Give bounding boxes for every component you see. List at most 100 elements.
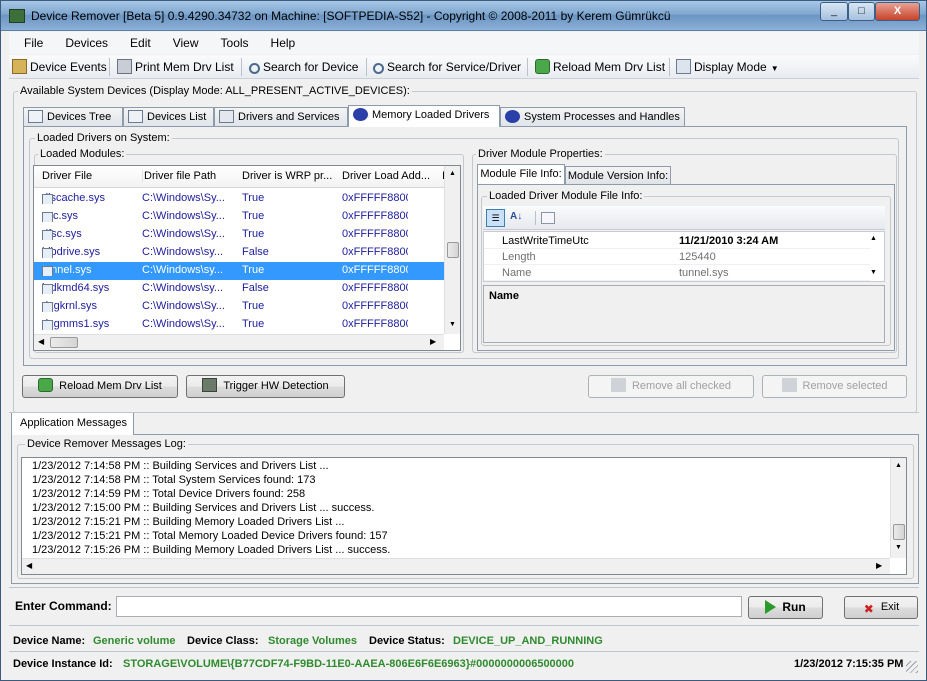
table-cell-wrap: True: [242, 210, 338, 222]
table-cell: C:\Windows\sy...: [142, 264, 224, 276]
status-datetime: 1/23/2012 7:15:35 PM: [794, 658, 904, 670]
device-class-value: Storage Volumes: [268, 635, 358, 647]
scroll-down-icon[interactable]: ▼: [870, 269, 877, 276]
scroll-up-icon[interactable]: ▲: [895, 462, 902, 469]
trigger-hw-detection-button[interactable]: Trigger HW Detection: [186, 375, 345, 398]
file-icon: [42, 284, 53, 294]
file-icon: [42, 248, 53, 258]
device-events-icon: [12, 59, 27, 74]
toolbar: Device Events Print Mem Drv List Search …: [9, 55, 919, 79]
table-row[interactable]: discache.sys C:\Windows\Sy... True 0xFFFFF8…: [34, 190, 444, 208]
sort-alpha-icon[interactable]: A↓: [510, 209, 529, 227]
tab-module-file-info[interactable]: Module File Info:: [477, 164, 565, 184]
column-driver-path[interactable]: Driver file Path: [142, 170, 216, 182]
print-mem-button[interactable]: Print Mem Drv List: [117, 58, 234, 76]
table-cell-wrap: 0xFFFFF880040...: [342, 246, 408, 258]
scroll-right-icon[interactable]: ▶: [430, 337, 436, 346]
list-icon: [128, 110, 143, 123]
log-line: 1/23/2012 7:14:58 PM :: Building Service…: [32, 460, 329, 472]
reload-mem-drv-button[interactable]: Reload Mem Drv List: [22, 375, 178, 398]
drivers-icon: [219, 110, 234, 123]
loaded-modules-label: Loaded Modules:: [38, 148, 127, 160]
table-cell: C:\Windows\Sy...: [142, 192, 225, 204]
command-input[interactable]: [116, 596, 742, 617]
table-row[interactable]: igdkmd64.sys C:\Windows\sy... False 0xFFFFF…: [34, 280, 444, 298]
list-horizontal-scrollbar[interactable]: ◀ ▶: [34, 334, 444, 350]
property-row[interactable]: Length 125440: [484, 249, 870, 265]
device-events-button[interactable]: Device Events: [12, 58, 107, 76]
scroll-down-icon[interactable]: ▼: [449, 321, 456, 328]
maximize-button[interactable]: □: [848, 2, 875, 21]
exit-button[interactable]: ✖ Exit: [844, 596, 918, 619]
display-mode-label: Display Mode: [694, 60, 767, 74]
search-device-button[interactable]: Search for Device: [249, 58, 358, 76]
display-mode-button[interactable]: Display Mode ▼: [676, 58, 779, 76]
scroll-down-icon[interactable]: ▼: [895, 544, 902, 551]
table-row[interactable]: dxgkrnl.sys C:\Windows\Sy... True 0xFFFFF88…: [34, 298, 444, 316]
file-info-label: Loaded Driver Module File Info:: [487, 190, 645, 202]
processes-icon: [505, 110, 520, 123]
menu-help[interactable]: Help: [257, 32, 304, 50]
table-row[interactable]: dxgmms1.sys C:\Windows\Sy... True 0xFFFFF88…: [34, 316, 444, 334]
property-row[interactable]: Name tunnel.sys: [484, 265, 870, 281]
scroll-up-icon[interactable]: ▲: [449, 170, 456, 177]
menu-devices[interactable]: Devices: [51, 32, 116, 50]
table-cell: True: [242, 192, 265, 204]
run-button[interactable]: Run: [748, 596, 823, 619]
close-button[interactable]: X: [875, 2, 920, 21]
scroll-right-icon[interactable]: ▶: [876, 561, 882, 570]
table-row[interactable]: dfsc.sys C:\Windows\Sy... True 0xFFFFF88004…: [34, 226, 444, 244]
log-line: 1/23/2012 7:14:58 PM :: Total System Ser…: [32, 474, 316, 486]
table-cell-wrap: 0xFFFFF880041...: [342, 264, 408, 276]
remove-all-checked-button[interactable]: Remove all checked: [588, 375, 754, 398]
scroll-left-icon[interactable]: ◀: [26, 561, 32, 570]
table-cell-wrap: 0xFFFFF880040...: [342, 228, 408, 240]
log-horizontal-scrollbar[interactable]: ◀ ▶: [22, 558, 890, 574]
menu-edit[interactable]: Edit: [116, 32, 159, 50]
scroll-left-icon[interactable]: ◀: [38, 337, 44, 346]
menu-tools[interactable]: Tools: [207, 32, 257, 50]
tab-devices-tree[interactable]: Devices Tree: [23, 107, 123, 127]
scroll-thumb[interactable]: [893, 524, 905, 540]
resize-grip[interactable]: [906, 661, 918, 673]
device-name-label: Device Name:: [13, 635, 86, 647]
reload-toolbar-button[interactable]: Reload Mem Drv List: [535, 58, 665, 76]
table-cell: C:\Windows\Sy...: [142, 300, 225, 312]
tab-devices-list[interactable]: Devices List: [123, 107, 214, 127]
list-vertical-scrollbar[interactable]: ▲ ▼: [444, 166, 460, 334]
messages-log[interactable]: 1/23/2012 7:14:58 PM :: Building Service…: [21, 457, 907, 575]
table-cell-wrap: 0xFFFFF88004...: [342, 282, 408, 294]
menu-file[interactable]: File: [9, 32, 51, 50]
log-vertical-scrollbar[interactable]: ▲ ▼: [890, 458, 906, 558]
remove-selected-button[interactable]: Remove selected: [762, 375, 907, 398]
tab-system-processes[interactable]: System Processes and Handles: [500, 107, 685, 127]
hscroll-thumb[interactable]: [50, 337, 78, 348]
tab-drivers-services[interactable]: Drivers and Services: [214, 107, 348, 127]
table-row[interactable]: csc.sys C:\Windows\Sy... True 0xFFFFF880040…: [34, 208, 444, 226]
table-cell-wrap: tunnel.sys: [42, 264, 138, 276]
search-service-button[interactable]: Search for Service/Driver: [373, 58, 521, 76]
scroll-thumb[interactable]: [447, 242, 459, 258]
minimize-button[interactable]: _: [820, 2, 848, 21]
tab-module-version-info[interactable]: Module Version Info:: [565, 166, 671, 184]
tab-memory-loaded-drivers[interactable]: Memory Loaded Drivers: [348, 105, 500, 127]
table-cell-wrap: False: [242, 282, 338, 294]
title-bar[interactable]: Device Remover [Beta 5] 0.9.4290.34732 o…: [1, 1, 926, 31]
categorized-icon[interactable]: ☰: [486, 209, 505, 227]
table-row[interactable]: blbdrive.sys C:\Windows\sy... False 0xFFFFF…: [34, 244, 444, 262]
column-driver-file[interactable]: Driver File: [42, 170, 92, 182]
property-row[interactable]: LastWriteTimeUtc 11/21/2010 3:24 AM: [484, 233, 870, 249]
menu-view[interactable]: View: [159, 32, 207, 50]
table-cell-wrap: C:\Windows\Sy...: [142, 228, 238, 240]
log-line: 1/23/2012 7:14:59 PM :: Total Device Dri…: [32, 488, 306, 500]
loaded-modules-list[interactable]: Driver File Driver file Path Driver is W…: [33, 165, 461, 351]
tab-application-messages[interactable]: Application Messages: [11, 413, 134, 435]
table-row[interactable]: tunnel.sys C:\Windows\sy... True 0xFFFFF880…: [34, 262, 444, 280]
column-load-address[interactable]: Driver Load Add...: [342, 170, 442, 182]
file-icon: [42, 212, 53, 222]
property-grid[interactable]: LastWriteTimeUtc 11/21/2010 3:24 AM Length…: [483, 231, 885, 282]
table-cell-wrap: True: [242, 318, 338, 330]
property-pages-icon[interactable]: [541, 212, 555, 224]
scroll-up-icon[interactable]: ▲: [870, 235, 877, 242]
column-wrp[interactable]: Driver is WRP pr...: [242, 170, 338, 182]
